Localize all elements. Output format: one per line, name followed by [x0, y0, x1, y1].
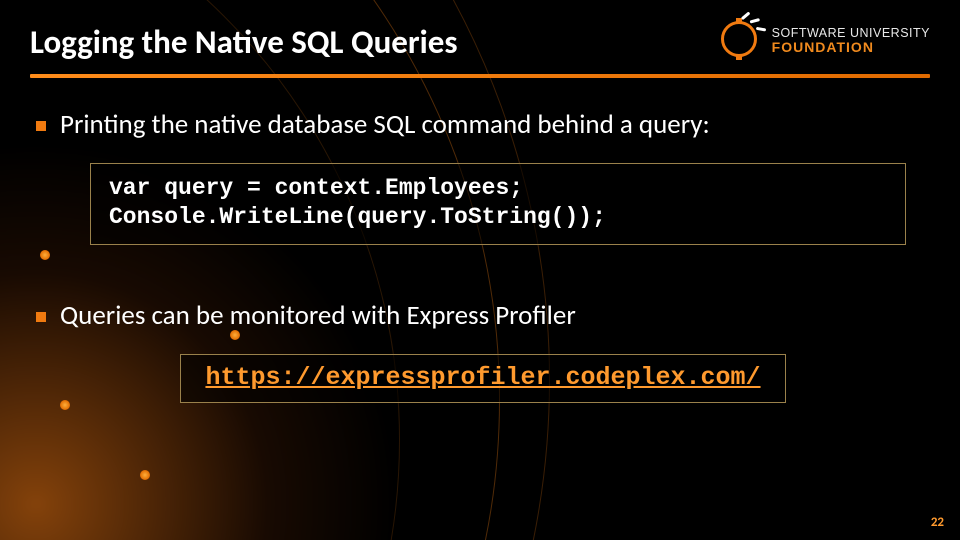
- square-bullet-icon: [36, 312, 46, 322]
- bullet-text: Queries can be monitored with Express Pr…: [60, 299, 576, 332]
- bullet-item: Printing the native database SQL command…: [36, 108, 930, 141]
- bullet-item: Queries can be monitored with Express Pr…: [36, 299, 930, 332]
- lightbulb-gear-icon: [716, 18, 762, 64]
- page-number: 22: [931, 515, 944, 530]
- slide-title: Logging the Native SQL Queries: [30, 22, 716, 62]
- square-bullet-icon: [36, 121, 46, 131]
- logo-line-2: FOUNDATION: [772, 40, 930, 55]
- profiler-link[interactable]: https://expressprofiler.codeplex.com/: [180, 354, 785, 403]
- code-block: var query = context.Employees; Console.W…: [90, 163, 906, 245]
- slide: Logging the Native SQL Queries SOFTWARE …: [0, 0, 960, 540]
- title-underline: [30, 74, 930, 78]
- logo: SOFTWARE UNIVERSITY FOUNDATION: [716, 18, 930, 64]
- bullet-text: Printing the native database SQL command…: [60, 108, 710, 141]
